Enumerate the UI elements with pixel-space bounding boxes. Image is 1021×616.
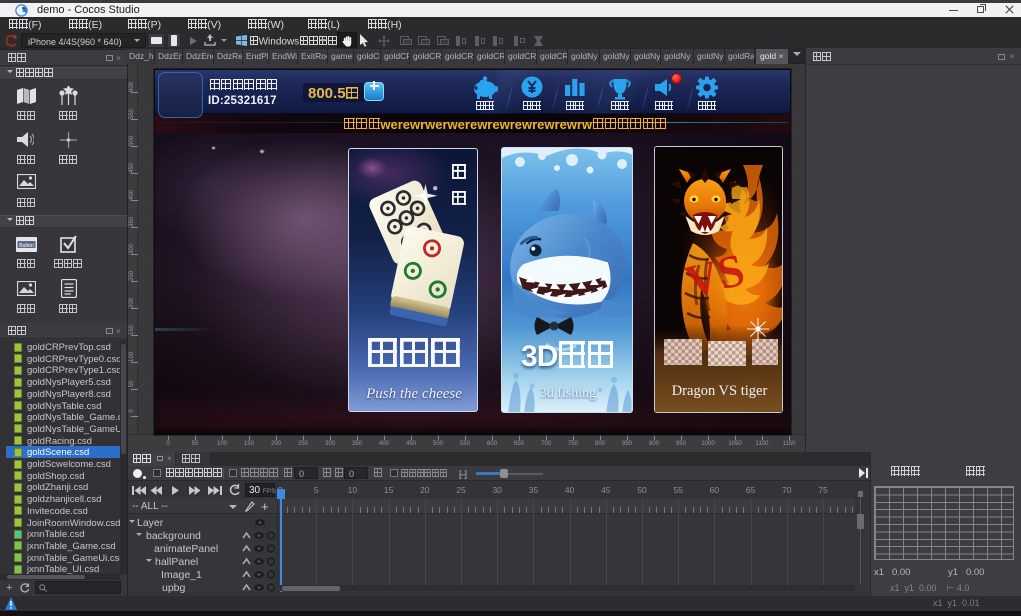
svg-text:Button: Button [19, 243, 34, 249]
